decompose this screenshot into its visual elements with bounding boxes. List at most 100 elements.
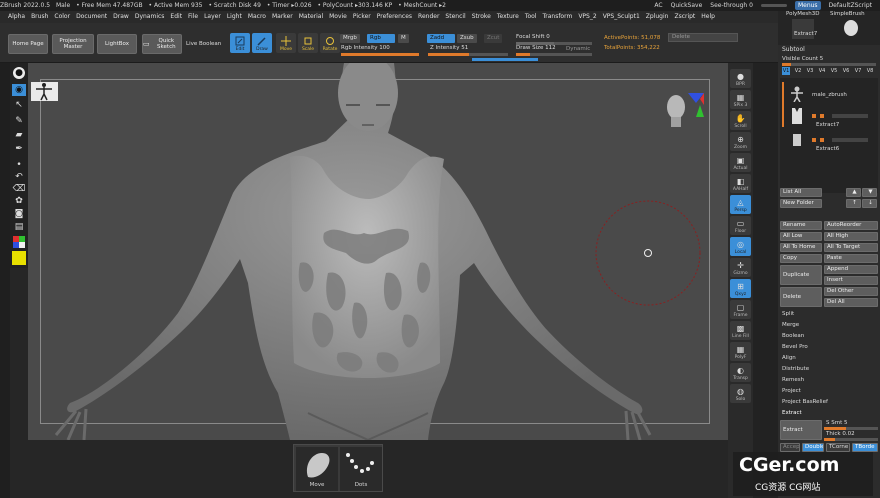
projection-master-button[interactable]: Projection Master [52,34,94,54]
visibility-tab-v3[interactable]: V3 [806,67,814,75]
paint-icon[interactable]: ✿ [12,195,26,207]
persp-button[interactable]: ◬ Persp [730,195,751,214]
rgb-intensity-slider[interactable]: Rgb Intensity 100 [341,45,390,51]
bevel-pro-menu[interactable]: Bevel Pro [782,344,808,350]
subtool-item[interactable]: Extract6 [780,132,878,156]
menu-render[interactable]: Render [418,13,439,20]
pen-icon[interactable]: ✒ [12,143,26,155]
double-toggle[interactable]: Double [802,443,824,452]
m-button[interactable]: M [398,34,409,43]
linefill-button[interactable]: ▩ Line Fill [730,321,751,340]
draw-button[interactable]: Draw [252,33,272,53]
transp-button[interactable]: ◐ Transp [730,363,751,382]
menu-material[interactable]: Material [299,13,323,20]
menu-file[interactable]: File [188,13,198,20]
new-folder-button[interactable]: New Folder [780,199,822,208]
zoom-button[interactable]: ⊕ Zoom [730,132,751,151]
focal-shift-slider[interactable]: Focal Shift 0 [516,34,550,40]
move-up-icon[interactable]: ▲ [846,188,861,197]
menu-texture[interactable]: Texture [497,13,519,20]
color-picker-icon[interactable] [12,235,26,249]
align-menu[interactable]: Align [782,355,796,361]
tborder-toggle[interactable]: TBorde [852,443,878,452]
eraser-icon[interactable]: ▰ [12,129,26,141]
aahalf-button[interactable]: ◧ AAHalf [730,174,751,193]
shelf-scroll-indicator[interactable] [472,58,538,61]
del-all-button[interactable]: Del All [824,298,878,307]
visibility-tab-v8[interactable]: V8 [866,67,874,75]
menu-vps-sculpt1[interactable]: VPS_Sculpt1 [603,13,640,20]
menu-color[interactable]: Color [54,13,70,20]
s-smt-bar[interactable] [824,427,878,430]
split-menu[interactable]: Split [782,311,794,317]
zsub-button[interactable]: Zsub [457,34,477,43]
menu-stroke[interactable]: Stroke [472,13,491,20]
project-basrelief-menu[interactable]: Project BasRelief [782,399,828,405]
delete-field[interactable]: Delete [668,33,738,42]
subtool-item[interactable]: male_zbrush [780,84,878,108]
ac-label[interactable]: AC [654,0,662,11]
move-brush-slot[interactable]: Move [296,447,338,491]
move-down-icon[interactable]: ▼ [862,188,877,197]
frame-button[interactable]: ▢ Frame [730,300,751,319]
brush-dot[interactable] [812,114,816,118]
see-through-slider[interactable] [760,4,787,7]
append-button[interactable]: Append [824,265,878,274]
edit-button[interactable]: Edit [230,33,250,53]
local-button[interactable]: ◎ Local [730,237,751,256]
navigation-head-icon[interactable] [660,89,706,133]
all-to-home-button[interactable]: All To Home [780,243,822,252]
rename-button[interactable]: Rename [780,221,822,230]
menus-toggle[interactable]: Menus [794,1,821,10]
rgb-button[interactable]: Rgb [367,34,395,43]
camera-icon[interactable]: ◙ [12,208,26,220]
polyf-button[interactable]: ▦ PolyF [730,342,751,361]
scale-button[interactable]: Scale [298,33,318,53]
move-button[interactable]: Move [276,33,296,53]
menu-document[interactable]: Document [76,13,107,20]
visibility-tab-v4[interactable]: V4 [818,67,826,75]
clipboard-icon[interactable]: ▤ [12,221,26,233]
subtool-opacity[interactable] [832,138,868,142]
paste-button[interactable]: Paste [824,254,878,263]
spix-button[interactable]: ▦ SPix 3 [730,90,751,109]
delete-button[interactable]: Delete [780,287,822,307]
menu-dynamics[interactable]: Dynamics [135,13,165,20]
subtool-title[interactable]: Subtool [782,46,805,53]
actual-button[interactable]: ▣ Actual [730,153,751,172]
simplebrush-label[interactable]: SimpleBrush [830,11,865,17]
del-other-button[interactable]: Del Other [824,287,878,296]
draw-size-slider[interactable]: Draw Size 112 [516,45,556,51]
extract-section-title[interactable]: Extract [782,410,802,416]
menu-layer[interactable]: Layer [204,13,221,20]
mrgb-button[interactable]: Mrgb [340,34,360,43]
list-all-button[interactable]: List All [780,188,822,197]
z-intensity-slider[interactable]: Z Intensity 51 [430,45,468,51]
project-menu[interactable]: Project [782,388,801,394]
eye-dot[interactable] [820,138,824,142]
live-boolean-button[interactable]: Live Boolean [186,41,221,47]
gizmo-button[interactable]: ✛ Gizmo [730,258,751,277]
eye-icon[interactable]: ◉ [12,84,26,96]
visibility-tab-v2[interactable]: V2 [794,67,802,75]
accept-button[interactable]: Accept [780,443,800,452]
xyz-button[interactable]: ⊞ Qxyz [730,279,751,298]
subtool-opacity[interactable] [832,114,868,118]
eye-dot[interactable] [820,114,824,118]
all-high-button[interactable]: All High [824,232,878,241]
menu-brush[interactable]: Brush [31,13,48,20]
brush-dot[interactable] [812,138,816,142]
solo-button[interactable]: ◍ Solo [730,384,751,403]
main-color-swatch[interactable] [12,251,26,265]
home-page-button[interactable]: Home Page [8,34,48,54]
insert-button[interactable]: Insert [824,276,878,285]
menu-edit[interactable]: Edit [170,13,182,20]
visible-count-bar[interactable] [782,63,876,66]
dot-icon[interactable]: • [12,159,26,171]
visibility-tab-v5[interactable]: V5 [830,67,838,75]
undo-icon[interactable]: ↶ [12,171,26,183]
select-arrow-icon[interactable]: ↖ [12,99,26,111]
simplebrush-icon[interactable] [838,19,864,37]
menu-zplugin[interactable]: Zplugin [646,13,669,20]
dots-stroke-slot[interactable]: Dots [340,447,382,491]
